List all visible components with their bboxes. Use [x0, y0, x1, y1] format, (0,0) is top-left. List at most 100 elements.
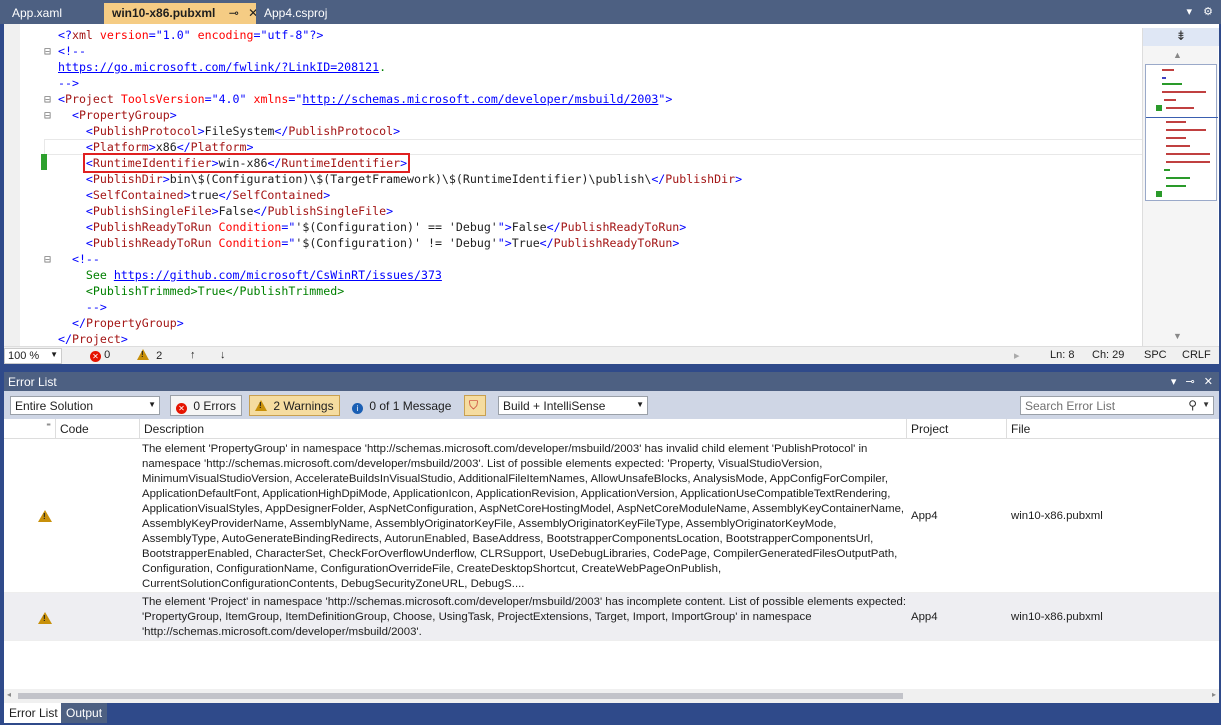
chevron-down-icon[interactable]: ▼ [1202, 400, 1210, 409]
severity-column-header[interactable]: ⁼ [4, 419, 56, 439]
scroll-left-icon[interactable]: ◂ [7, 690, 11, 699]
code-text: See https://github.com/microsoft/CsWinRT… [58, 268, 442, 282]
tab-error-list[interactable]: Error List [4, 703, 63, 723]
code-lines[interactable]: <?xml version="1.0" encoding="utf-8"?> ⊟ <… [44, 27, 742, 347]
code-editor[interactable]: <?xml version="1.0" encoding="utf-8"?> ⊟ <… [4, 24, 1219, 346]
errors-filter-button[interactable]: ✕ 0 Errors [170, 395, 243, 416]
tab-label: win10-x86.pubxml [112, 6, 216, 20]
code-link[interactable]: https://go.microsoft.com/fwlink/?LinkID=… [58, 60, 379, 74]
code-line[interactable]: See https://github.com/microsoft/CsWinRT… [44, 267, 742, 283]
row-description: The element 'PropertyGroup' in namespace… [142, 443, 905, 590]
arrow-up-icon: ↑ [190, 349, 196, 361]
pin-icon[interactable]: ⊸ [1186, 376, 1195, 388]
table-row[interactable]: The element 'PropertyGroup' in namespace… [4, 440, 1219, 593]
code-line[interactable]: ⊟ <!-- [44, 43, 742, 59]
warning-count: 2 [156, 350, 163, 362]
code-line[interactable]: https://go.microsoft.com/fwlink/?LinkID=… [44, 59, 742, 75]
code-token: ToolsVersion [113, 92, 205, 106]
code-line[interactable]: <PublishReadyToRun Condition="'$(Configu… [44, 235, 742, 251]
description-column-header[interactable]: Description [140, 419, 907, 439]
warnings-filter-button[interactable]: 2 Warnings [249, 395, 340, 416]
split-window-icon[interactable]: ⇟ [1143, 28, 1219, 46]
filter-button[interactable]: ⛉ [464, 395, 486, 416]
code-line[interactable]: <Platform>x86</Platform> [44, 139, 742, 155]
warning-count-indicator[interactable]: 2 [137, 349, 162, 362]
code-line[interactable]: </PropertyGroup> [44, 315, 742, 331]
code-line[interactable]: <RuntimeIdentifier>win-x86</RuntimeIdent… [44, 153, 742, 173]
code-line[interactable]: --> [44, 299, 742, 315]
code-token: PropertyGroup [85, 316, 177, 330]
code-token: True [511, 236, 540, 250]
scroll-down-icon[interactable]: ▼ [1173, 331, 1182, 341]
code-token: PublishReadyToRun [560, 220, 680, 234]
collapse-icon[interactable]: ⊟ [44, 43, 58, 59]
file-column-header[interactable]: File [1007, 419, 1219, 439]
code-line[interactable]: <SelfContained>true</SelfContained> [44, 187, 742, 203]
tab-app-xaml[interactable]: App.xaml [4, 3, 102, 24]
splitter[interactable] [0, 364, 1221, 372]
row-description: The element 'Project' in namespace 'http… [142, 596, 907, 638]
code-token: PropertyGroup [78, 108, 170, 122]
code-text: </Project> [58, 332, 128, 346]
search-placeholder: Search Error List [1025, 399, 1116, 413]
scroll-right-icon[interactable]: ▸ [1014, 349, 1020, 362]
code-line[interactable]: --> [44, 75, 742, 91]
highlighted-runtime-identifier: <RuntimeIdentifier>win-x86</RuntimeIdent… [82, 153, 411, 173]
line-number: Ln: 8 [1050, 349, 1075, 361]
code-line[interactable]: ⊟ <!-- [44, 251, 742, 267]
code-line[interactable]: <PublishReadyToRun Condition="'$(Configu… [44, 219, 742, 235]
tab-app4-csproj[interactable]: App4.csproj [256, 3, 366, 24]
code-line[interactable]: </Project> [44, 331, 742, 347]
project-column-header[interactable]: Project [907, 419, 1007, 439]
code-line[interactable]: ⊟ <PropertyGroup> [44, 107, 742, 123]
table-row[interactable]: The element 'Project' in namespace 'http… [4, 593, 1219, 641]
code-token: PublishSingleFile [267, 204, 387, 218]
previous-issue-button[interactable]: ↑ [190, 349, 196, 361]
code-link[interactable]: http://schemas.microsoft.com/developer/m… [302, 92, 658, 106]
error-count-indicator[interactable]: ✕ 0 [90, 349, 110, 362]
scroll-up-icon[interactable]: ▲ [1173, 50, 1182, 60]
code-text: <SelfContained>true</SelfContained> [58, 188, 330, 202]
scrollbar-minimap[interactable]: ⇟ ▲ ▼ [1142, 28, 1219, 346]
code-line[interactable]: <PublishProtocol>FileSystem</PublishProt… [44, 123, 742, 139]
code-column-header[interactable]: Code [56, 419, 140, 439]
horizontal-scrollbar[interactable]: ◂ ▸ [4, 689, 1219, 703]
scroll-right-icon[interactable]: ▸ [1212, 690, 1216, 699]
tab-win10-x86-pubxml[interactable]: win10-x86.pubxml ⊸ ✕ [104, 3, 258, 24]
code-line[interactable]: <PublishDir>bin\$(Configuration)\$(Targe… [44, 171, 742, 187]
scrollbar-thumb[interactable] [18, 693, 903, 699]
code-token: true [190, 188, 219, 202]
error-list-title: Error List [8, 375, 57, 389]
code-line[interactable]: <?xml version="1.0" encoding="utf-8"?> [44, 27, 742, 43]
collapse-icon[interactable]: ⊟ [44, 107, 58, 123]
code-token: > [162, 172, 170, 186]
code-line[interactable]: ⊟ <Project ToolsVersion="4.0" xmlns="http… [44, 91, 742, 107]
code-token: < [58, 92, 65, 106]
search-error-list-input[interactable]: Search Error List ⚲ ▼ [1020, 396, 1214, 415]
code-token: < [85, 124, 93, 138]
search-icon[interactable]: ⚲ [1188, 398, 1197, 412]
collapse-icon[interactable]: ⊟ [44, 91, 58, 107]
code-token: > [246, 140, 254, 154]
gear-icon[interactable]: ⚙ [1203, 6, 1213, 18]
collapse-icon[interactable]: ⊟ [44, 251, 58, 267]
whitespace-mode[interactable]: SPC [1144, 349, 1167, 361]
code-token: '$(Configuration)' == 'Debug' [295, 220, 498, 234]
code-link[interactable]: https://github.com/microsoft/CsWinRT/iss… [114, 268, 442, 282]
pin-icon[interactable]: ⊸ [229, 6, 239, 20]
messages-filter-button[interactable]: i 0 of 1 Message [346, 395, 457, 416]
dropdown-icon[interactable]: ▾ [1187, 6, 1193, 18]
line-ending-mode[interactable]: CRLF [1182, 349, 1211, 361]
code-line[interactable]: <PublishSingleFile>False</PublishSingleF… [44, 203, 742, 219]
minimap-viewport[interactable] [1145, 64, 1218, 201]
zoom-dropdown[interactable]: 100 % ▼ [4, 348, 62, 364]
dropdown-icon[interactable]: ▾ [1171, 376, 1177, 388]
code-line[interactable]: <PublishTrimmed>True</PublishTrimmed> [44, 283, 742, 299]
close-icon[interactable]: ✕ [1204, 376, 1213, 388]
tab-output[interactable]: Output [61, 703, 108, 723]
next-issue-button[interactable]: ↓ [220, 349, 226, 361]
build-filter-dropdown[interactable]: Build + IntelliSense ▼ [498, 396, 648, 415]
code-token: > [120, 332, 128, 346]
scope-dropdown[interactable]: Entire Solution ▼ [10, 396, 160, 415]
errors-filter-label: 0 Errors [193, 399, 237, 413]
